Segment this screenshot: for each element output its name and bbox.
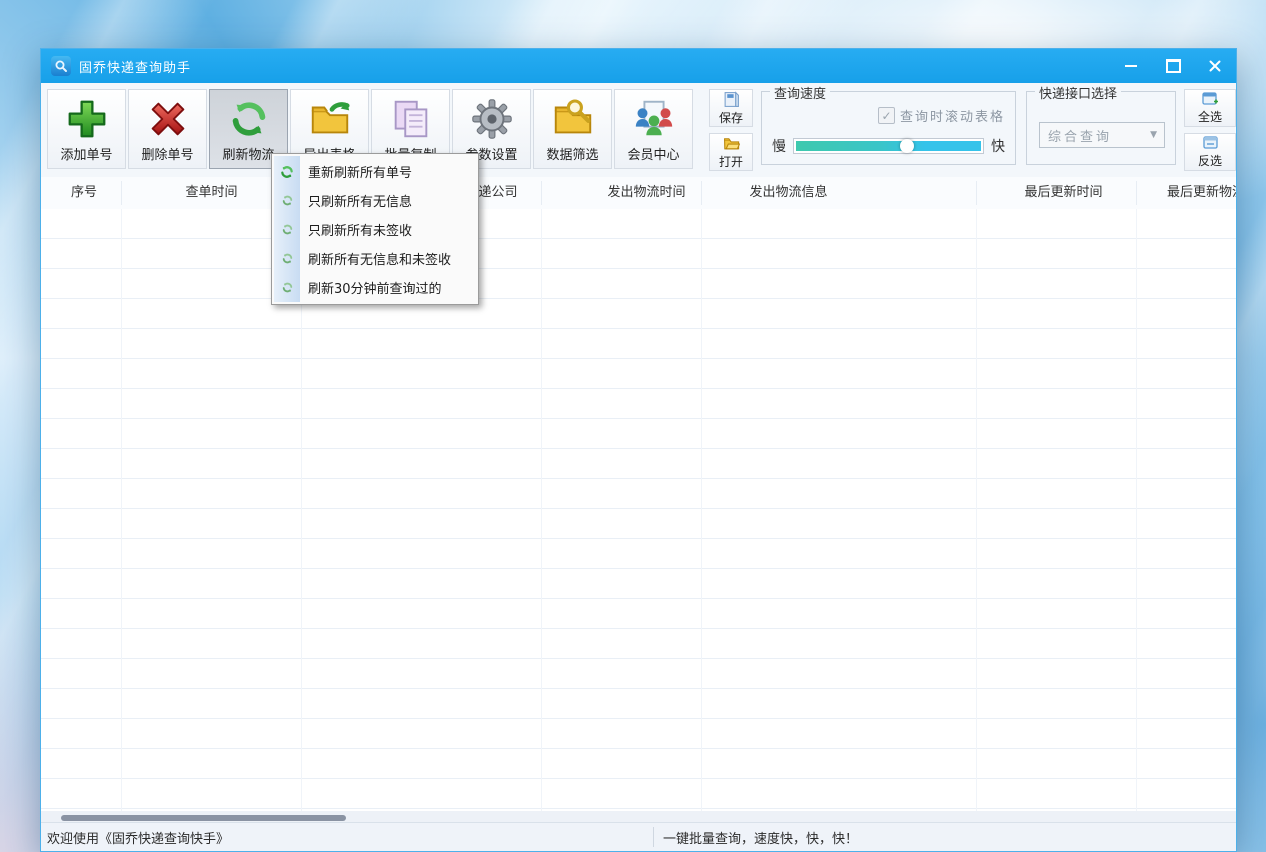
column-gridline: [121, 209, 122, 811]
query-speed-panel: 查询速度 ✓ 查询时滚动表格 慢 快: [761, 91, 1016, 165]
column-separator: [1136, 181, 1137, 205]
invert-selection-button[interactable]: 反选: [1184, 133, 1236, 171]
scroll-table-checkbox-label: 查询时滚动表格: [900, 106, 1005, 125]
status-welcome-text: 欢迎使用《固乔快递查询快手》: [47, 828, 229, 847]
open-button-label: 打开: [719, 153, 743, 170]
column-gridline: [976, 209, 977, 811]
menu-item-label: 刷新所有无信息和未签收: [308, 249, 451, 268]
toolbar-button-label: 数据筛选: [546, 144, 598, 163]
gear-icon: [469, 96, 515, 142]
menu-item-label: 重新刷新所有单号: [308, 162, 412, 181]
refresh-icon: [274, 281, 300, 294]
courier-interface-select[interactable]: 综合查询 ▼: [1039, 122, 1165, 148]
column-header-last-update-info[interactable]: 最后更新物流: [1151, 177, 1236, 209]
column-separator: [541, 181, 542, 205]
query-speed-title: 查询速度: [770, 83, 830, 102]
invert-selection-label: 反选: [1198, 152, 1222, 169]
copy-pages-icon: [388, 96, 434, 142]
column-header-first-logistics-time[interactable]: 发出物流时间: [564, 177, 729, 209]
speed-slider-thumb[interactable]: [900, 139, 914, 153]
table-header: 序号 查单时间 快递公司 发出物流时间 发出物流信息 最后更新时间 最后更新物流: [41, 177, 1236, 210]
refresh-icon: [274, 194, 300, 207]
members-icon: [631, 96, 677, 142]
add-plus-icon: [64, 96, 110, 142]
close-icon: [1209, 60, 1221, 72]
toolbar: 添加单号 删除单号 刷新物流 导出: [41, 83, 1236, 177]
data-filter-button[interactable]: 数据筛选: [533, 89, 612, 169]
tracking-table-body[interactable]: [41, 209, 1236, 811]
menu-item-refresh-unsigned[interactable]: 只刷新所有未签收: [274, 215, 476, 244]
refresh-icon: [274, 252, 300, 265]
refresh-icon: [274, 164, 300, 180]
column-header-query-time[interactable]: 查单时间: [159, 177, 264, 209]
menu-item-label: 只刷新所有无信息: [308, 191, 412, 210]
maximize-button[interactable]: [1152, 49, 1194, 83]
delete-x-icon: [145, 96, 191, 142]
open-button[interactable]: 打开: [709, 133, 753, 171]
column-header-first-logistics-info[interactable]: 发出物流信息: [706, 177, 871, 209]
member-center-button[interactable]: 会员中心: [614, 89, 693, 169]
toolbar-button-label: 添加单号: [60, 144, 112, 163]
fast-label: 快: [991, 136, 1005, 156]
column-gridline: [541, 209, 542, 811]
column-header-last-update-time[interactable]: 最后更新时间: [981, 177, 1146, 209]
menu-item-label: 刷新30分钟前查询过的: [308, 278, 442, 297]
invert-selection-icon: [1202, 136, 1219, 151]
app-logo-icon: [51, 56, 71, 76]
refresh-dropdown-menu: 重新刷新所有单号 只刷新所有无信息: [271, 153, 479, 305]
select-all-icon: [1202, 92, 1219, 107]
app-window: 固乔快递查询助手 添加单号 删除单号: [40, 48, 1237, 852]
courier-interface-selected-value: 综合查询: [1040, 126, 1150, 145]
select-all-button[interactable]: 全选: [1184, 89, 1236, 127]
minimize-button[interactable]: [1110, 49, 1152, 83]
scroll-table-checkbox[interactable]: ✓: [878, 107, 895, 124]
checkbox-check-icon: ✓: [881, 109, 891, 123]
close-button[interactable]: [1194, 49, 1236, 83]
chevron-down-icon: ▼: [1150, 130, 1157, 140]
window-title: 固乔快递查询助手: [79, 57, 191, 76]
courier-interface-panel: 快递接口选择 综合查询 ▼: [1026, 91, 1176, 165]
column-gridline: [1136, 209, 1137, 811]
maximize-icon: [1166, 59, 1181, 73]
refresh-icon: [226, 96, 272, 142]
menu-item-refresh-no-info-and-unsigned[interactable]: 刷新所有无信息和未签收: [274, 244, 476, 273]
toolbar-button-label: 刷新物流: [222, 144, 274, 163]
menu-item-label: 只刷新所有未签收: [308, 220, 412, 239]
minimize-icon: [1125, 65, 1137, 67]
speed-slider[interactable]: [793, 138, 984, 154]
delete-tracking-button[interactable]: 删除单号: [128, 89, 207, 169]
speed-slider-fill: [796, 141, 981, 151]
column-separator: [976, 181, 977, 205]
export-folder-icon: [307, 96, 353, 142]
column-header-index[interactable]: 序号: [59, 177, 109, 209]
data-filter-icon: [550, 96, 596, 142]
title-bar[interactable]: 固乔快递查询助手: [41, 49, 1236, 83]
select-all-label: 全选: [1198, 108, 1222, 125]
horizontal-scrollbar-thumb[interactable]: [61, 815, 346, 821]
column-separator: [701, 181, 702, 205]
toolbar-button-label: 删除单号: [141, 144, 193, 163]
courier-interface-title: 快递接口选择: [1035, 83, 1121, 102]
open-folder-icon: [723, 135, 740, 152]
slow-label: 慢: [772, 136, 786, 156]
menu-item-refresh-all[interactable]: 重新刷新所有单号: [274, 157, 476, 186]
menu-item-refresh-queried-30min-ago[interactable]: 刷新30分钟前查询过的: [274, 273, 476, 302]
save-button-label: 保存: [719, 109, 743, 126]
status-bar-divider: [653, 827, 654, 847]
menu-item-refresh-no-info[interactable]: 只刷新所有无信息: [274, 186, 476, 215]
add-tracking-button[interactable]: 添加单号: [47, 89, 126, 169]
refresh-icon: [274, 223, 300, 236]
status-slogan-text: 一键批量查询，速度快，快，快！: [663, 828, 858, 847]
save-button[interactable]: 保存: [709, 89, 753, 127]
toolbar-button-label: 会员中心: [627, 144, 679, 163]
column-separator: [121, 181, 122, 205]
status-bar: 欢迎使用《固乔快递查询快手》 一键批量查询，速度快，快，快！: [41, 822, 1236, 851]
save-file-icon: [723, 91, 740, 108]
scroll-table-checkbox-row[interactable]: ✓ 查询时滚动表格: [878, 106, 1005, 125]
column-gridline: [701, 209, 702, 811]
